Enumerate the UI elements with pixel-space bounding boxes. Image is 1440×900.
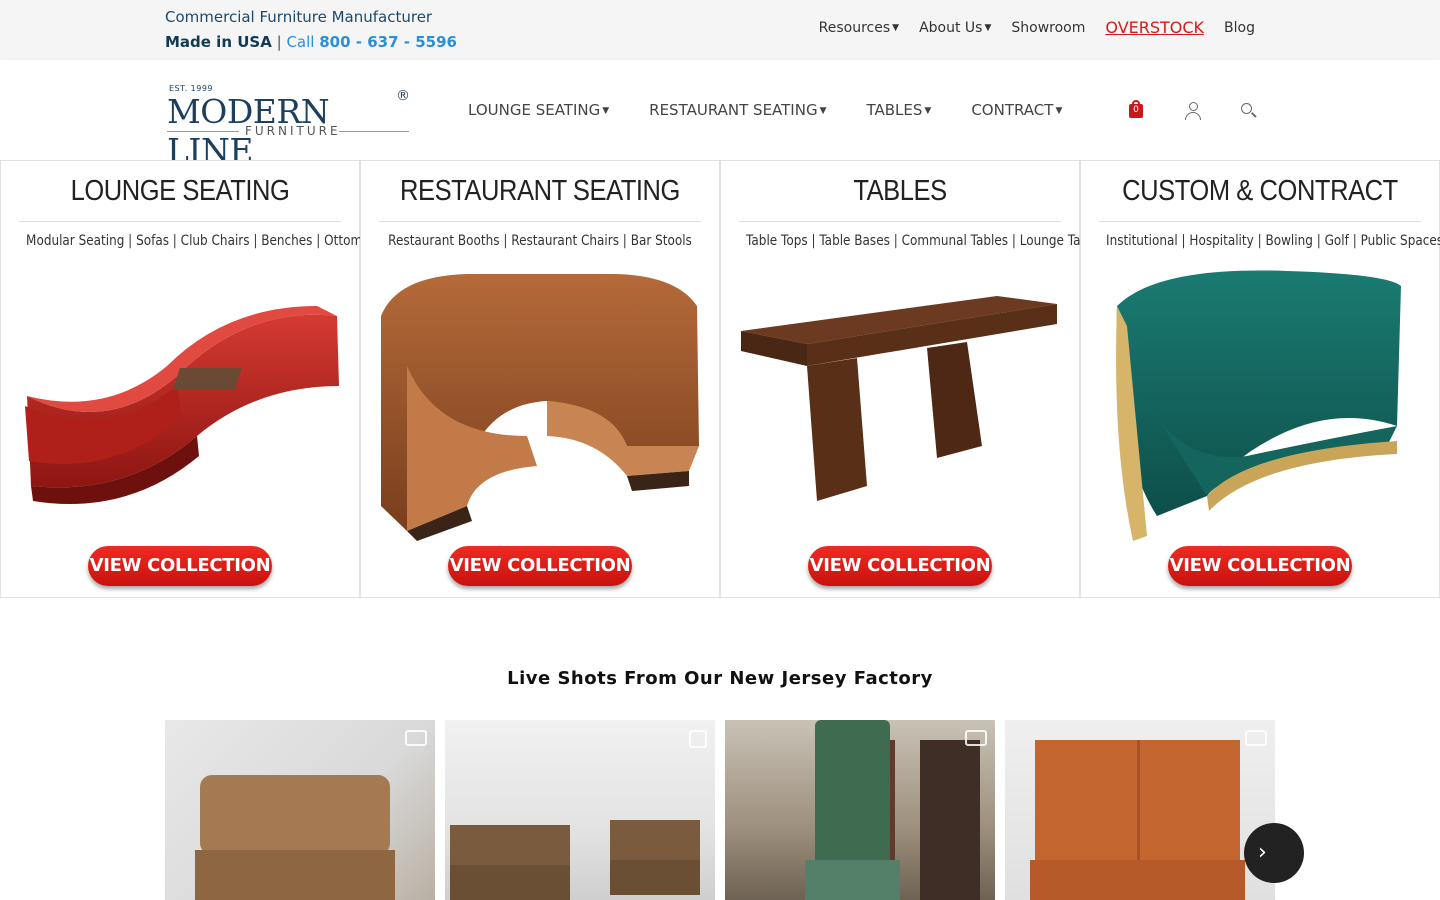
category-title: LOUNGE SEATING — [70, 175, 290, 207]
category-card-contract[interactable]: CUSTOM & CONTRACT Institutional | Hospit… — [1080, 160, 1440, 598]
category-title: TABLES — [853, 175, 947, 207]
caret-down-icon: ▼ — [924, 105, 932, 116]
category-grid: LOUNGE SEATING Modular Seating | Sofas |… — [0, 160, 1440, 598]
live-shot[interactable] — [725, 720, 995, 900]
contact-line: Made in USA | Call 800 - 637 - 5596 — [165, 33, 457, 51]
curved-booth-image — [1116, 270, 1401, 541]
logo-rule — [167, 131, 239, 132]
live-shots-carousel — [165, 720, 1275, 900]
chair-photo — [805, 720, 980, 900]
header-icons: 0 — [1127, 100, 1257, 122]
main-header: EST. 1999 MODERN LINE ® FURNITURE LOUNGE… — [0, 60, 1440, 170]
category-subtitle: Table Tops | Table Bases | Communal Tabl… — [746, 233, 1106, 249]
category-subtitle: Restaurant Booths | Restaurant Chairs | … — [388, 233, 692, 249]
live-shots-heading: Live Shots From Our New Jersey Factory — [507, 668, 933, 689]
bench-photo — [195, 775, 395, 900]
nav-tables[interactable]: TABLES ▼ — [867, 101, 932, 119]
video-badge-icon — [965, 730, 987, 746]
category-card-tables[interactable]: TABLES Table Tops | Table Bases | Commun… — [720, 160, 1106, 598]
view-collection-button[interactable]: VIEW COLLECTION — [448, 546, 632, 586]
caret-down-icon: ▼ — [602, 105, 610, 116]
caret-down-icon: ▼ — [1055, 105, 1063, 116]
category-title: CUSTOM & CONTRACT — [1122, 175, 1398, 207]
live-shot[interactable] — [445, 720, 715, 900]
logo-rule — [339, 131, 409, 132]
table-image — [741, 296, 1057, 501]
call-label: Call — [286, 33, 315, 51]
sofa-image — [25, 306, 339, 504]
logo-sub: FURNITURE — [245, 124, 341, 138]
nav-restaurant-seating[interactable]: RESTAURANT SEATING ▼ — [649, 101, 826, 119]
booth-image — [381, 274, 699, 541]
nav-about-us[interactable]: About Us ▼ — [919, 20, 991, 37]
live-shot[interactable] — [1005, 720, 1275, 900]
caret-down-icon: ▼ — [984, 23, 992, 33]
category-title: RESTAURANT SEATING — [400, 175, 680, 207]
gallery-badge-icon — [689, 730, 707, 748]
category-card-restaurant[interactable]: RESTAURANT SEATING Restaurant Booths | R… — [360, 160, 720, 598]
category-subtitle: Modular Seating | Sofas | Club Chairs | … — [26, 233, 384, 249]
nav-showroom[interactable]: Showroom — [1011, 20, 1085, 37]
category-card-lounge[interactable]: LOUNGE SEATING Modular Seating | Sofas |… — [0, 160, 384, 598]
brand-logo[interactable]: EST. 1999 MODERN LINE ® FURNITURE — [167, 84, 412, 170]
search-icon[interactable] — [1241, 103, 1257, 119]
separator: | — [276, 33, 282, 51]
view-collection-button[interactable]: VIEW COLLECTION — [808, 546, 992, 586]
caret-down-icon: ▼ — [819, 105, 827, 116]
user-icon[interactable] — [1185, 102, 1201, 120]
live-shot[interactable] — [165, 720, 435, 900]
view-collection-button[interactable]: VIEW COLLECTION — [88, 546, 272, 586]
nav-resources[interactable]: Resources ▼ — [819, 20, 899, 37]
cart-icon[interactable]: 0 — [1127, 100, 1145, 122]
nav-blog[interactable]: Blog — [1224, 20, 1255, 37]
nav-contract[interactable]: CONTRACT ▼ — [971, 101, 1062, 119]
made-in-usa: Made in USA — [165, 33, 272, 51]
nav-lounge-seating[interactable]: LOUNGE SEATING ▼ — [468, 101, 609, 119]
main-nav: LOUNGE SEATING ▼ RESTAURANT SEATING ▼ TABL… — [468, 101, 1062, 119]
category-subtitle: Institutional | Hospitality | Bowling | … — [1106, 233, 1440, 249]
booth-photo — [1030, 740, 1245, 900]
video-badge-icon — [1245, 730, 1267, 746]
top-bar: Commercial Furniture Manufacturer Made i… — [0, 0, 1440, 60]
view-collection-button[interactable]: VIEW COLLECTION — [1168, 546, 1352, 586]
tagline: Commercial Furniture Manufacturer — [165, 8, 433, 26]
benches-photo — [450, 820, 700, 900]
utility-nav: Resources ▼ About Us ▼ Showroom OVERSTOCK … — [819, 18, 1255, 37]
video-badge-icon — [405, 730, 427, 746]
caret-down-icon: ▼ — [892, 23, 900, 33]
logo-registered: ® — [396, 88, 410, 104]
cart-count: 0 — [1133, 105, 1139, 115]
carousel-next-button[interactable]: › — [1244, 823, 1304, 883]
phone-link[interactable]: 800 - 637 - 5596 — [319, 33, 457, 51]
nav-overstock[interactable]: OVERSTOCK — [1105, 18, 1204, 37]
